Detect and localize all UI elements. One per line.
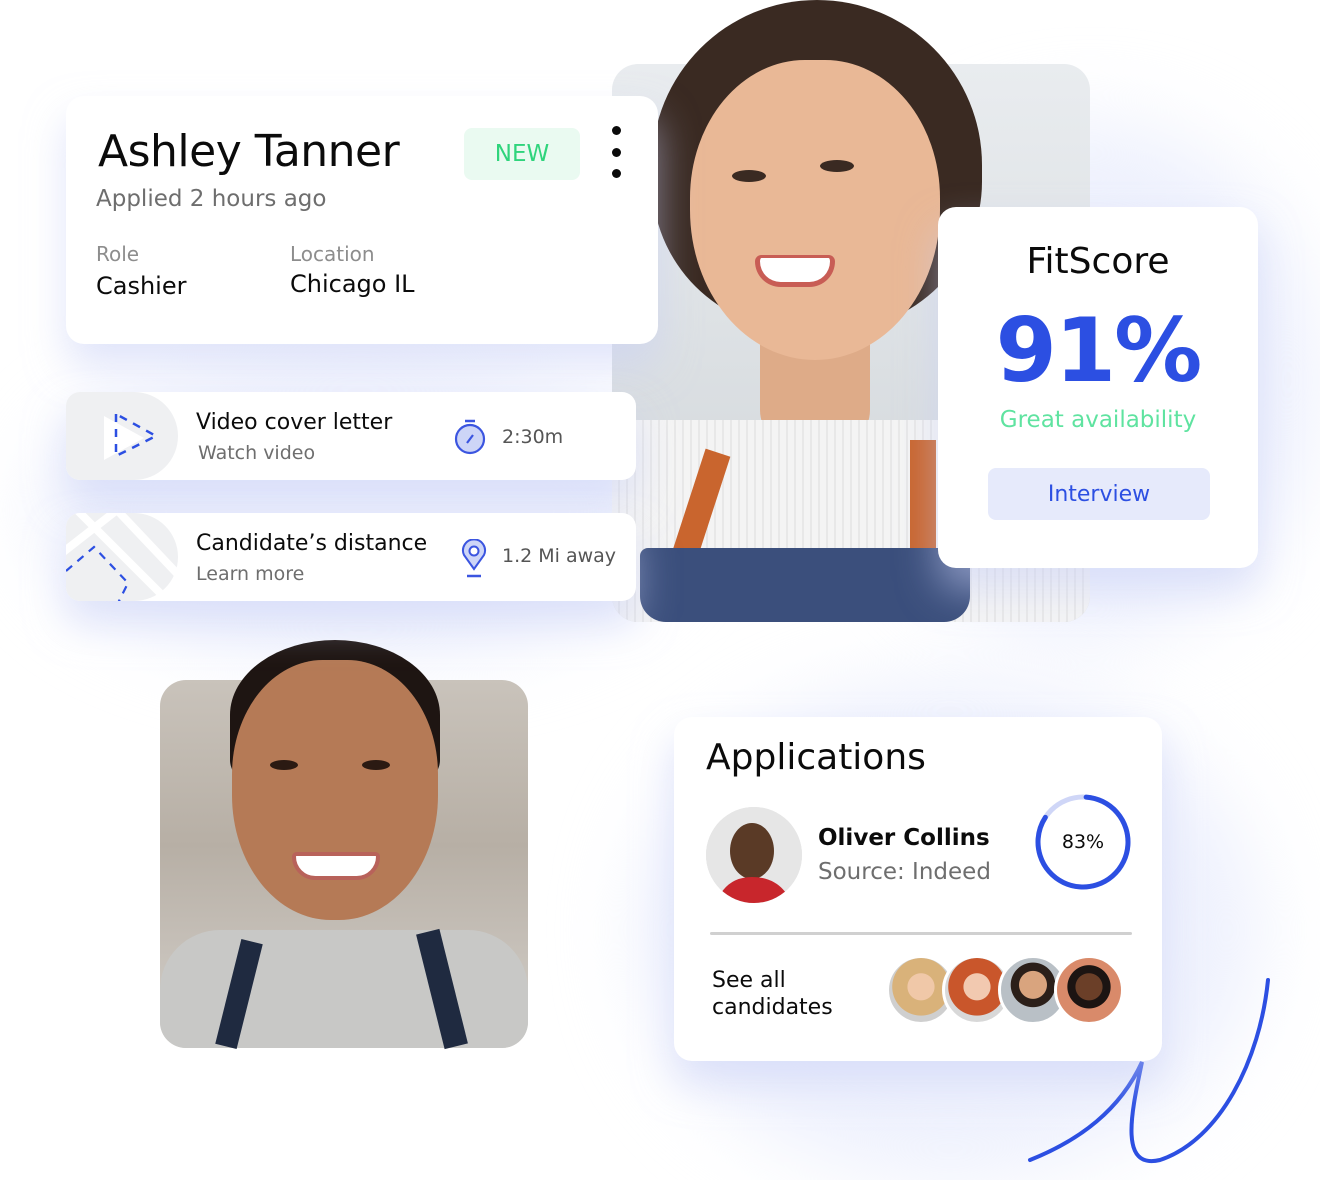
candidate-avatar-4[interactable] (1054, 955, 1124, 1025)
divider (710, 932, 1132, 935)
applications-title: Applications (706, 737, 926, 778)
applicant-name[interactable]: Oliver Collins (818, 825, 990, 851)
applicant-avatar[interactable] (706, 807, 802, 903)
applications-card: Applications Oliver Collins Source: Inde… (674, 717, 1162, 1061)
candidate-avatar-stack[interactable] (886, 955, 1136, 1029)
applicant-source: Source: Indeed (818, 859, 991, 885)
see-all-candidates-link[interactable]: See all candidates (712, 967, 872, 1021)
match-percent: 83% (1061, 831, 1105, 853)
